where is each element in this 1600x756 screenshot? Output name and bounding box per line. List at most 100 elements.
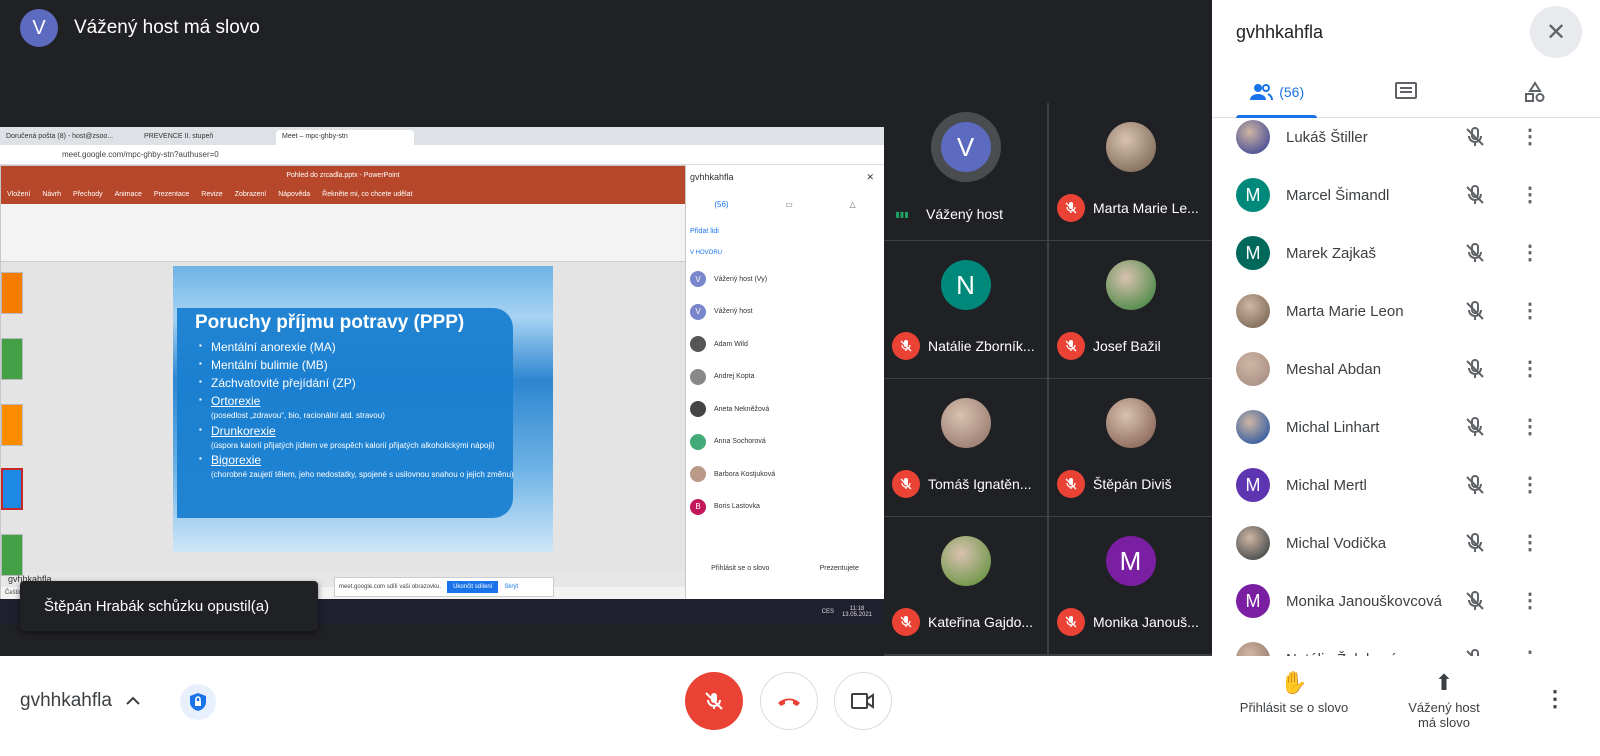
participant-name: Tomáš Ignatěn... bbox=[928, 476, 1032, 492]
leave-call-button[interactable] bbox=[760, 672, 818, 730]
tab-chat[interactable] bbox=[1341, 66, 1470, 117]
more-vert-icon[interactable]: ⋮ bbox=[1520, 533, 1540, 553]
mic-off-icon[interactable] bbox=[1464, 242, 1486, 264]
slide-thumbnail bbox=[1, 404, 23, 446]
participant-row[interactable]: Natálie Žaloková⋮ bbox=[1212, 630, 1600, 656]
avatar bbox=[1236, 352, 1270, 386]
chat-icon: ▭ bbox=[785, 199, 793, 209]
taskbar-clock: 11:18 13.05.2021 bbox=[842, 606, 872, 618]
participant-tile[interactable]: Josef Bažil bbox=[1049, 241, 1212, 378]
avatar bbox=[690, 466, 706, 483]
ppt-menu-item: Prezentace bbox=[153, 190, 190, 198]
participant-name-row: Štěpán Diviš bbox=[1057, 470, 1207, 498]
mic-off-icon bbox=[705, 692, 723, 710]
slide-subitem: (posedlost „zdravou“, bio, racionální at… bbox=[211, 411, 385, 420]
panel-tabs: (56) bbox=[1212, 66, 1600, 118]
participant-name: Michal Mertl bbox=[1286, 476, 1367, 494]
ppt-menu-item: Návrh bbox=[42, 190, 62, 198]
slide-item: Mentální bulimie (MB) bbox=[199, 356, 514, 374]
present-label-line1: Vážený host bbox=[1408, 700, 1480, 715]
participant-tile[interactable]: N Natálie Zborník... bbox=[884, 241, 1047, 378]
avatar: N bbox=[940, 260, 991, 310]
participant-tile[interactable]: Kateřina Gajdo... bbox=[884, 517, 1047, 654]
close-panel-button[interactable]: ✕ bbox=[1530, 6, 1582, 58]
host-controls-button[interactable] bbox=[180, 684, 216, 720]
mic-off-icon[interactable] bbox=[1464, 648, 1486, 656]
close-icon: ✕ bbox=[1545, 18, 1567, 46]
participant-row[interactable]: Michal Vodička ⋮ bbox=[1212, 514, 1600, 572]
avatar bbox=[1105, 398, 1156, 448]
speaking-indicator-icon: ▮▮▮ bbox=[895, 209, 909, 219]
avatar bbox=[690, 401, 706, 418]
participant-tile[interactable]: M Monika Janouš... bbox=[1049, 517, 1212, 654]
meeting-details[interactable]: gvhhkahfla bbox=[20, 690, 140, 712]
more-vert-icon[interactable]: ⋮ bbox=[1520, 475, 1540, 495]
slide-thumbnail bbox=[1, 338, 23, 380]
mic-off-icon[interactable] bbox=[1464, 532, 1486, 554]
participant-name-row: Josef Bažil bbox=[1057, 332, 1207, 360]
participant-name: Kateřina Gajdo... bbox=[928, 614, 1034, 630]
slide-subitem: (úspora kalorií přijatých jídlem ve pros… bbox=[211, 440, 495, 450]
avatar-letter: V bbox=[940, 122, 991, 172]
slide-item: Ortorexie bbox=[199, 392, 514, 410]
browser-tab-strip: Doručená pošta (8) - host@zsoo... PREVEN… bbox=[0, 127, 884, 145]
inner-meet-panel: gvhhkahfla ✕ (56) ▭ △ Přidat lidi V HOVO… bbox=[686, 165, 884, 599]
more-vert-icon[interactable]: ⋮ bbox=[1520, 127, 1540, 147]
mic-off-icon[interactable] bbox=[1464, 184, 1486, 206]
mic-off-icon[interactable] bbox=[1464, 358, 1486, 380]
more-vert-icon[interactable]: ⋮ bbox=[1520, 591, 1540, 611]
mic-off-icon[interactable] bbox=[1464, 300, 1486, 322]
more-vert-icon[interactable]: ⋮ bbox=[1520, 185, 1540, 205]
more-vert-icon[interactable]: ⋮ bbox=[1520, 359, 1540, 379]
avatar bbox=[1236, 294, 1270, 328]
participant-row[interactable]: M Michal Mertl ⋮ bbox=[1212, 456, 1600, 514]
mic-off-icon[interactable] bbox=[1464, 474, 1486, 496]
tab-people[interactable]: (56) bbox=[1212, 66, 1341, 118]
participant-row[interactable]: Michal Linhart ⋮ bbox=[1212, 398, 1600, 456]
inner-person-row: Adam Wild bbox=[686, 328, 884, 361]
more-vert-icon: ⋮ bbox=[1544, 686, 1566, 711]
avatar bbox=[690, 336, 706, 353]
participant-row[interactable]: M Marek Zajkaš ⋮ bbox=[1212, 224, 1600, 282]
participant-tile[interactable]: Tomáš Ignatěn... bbox=[884, 379, 1047, 516]
browser-tab: Meet – mpc-ghby-stn bbox=[276, 130, 414, 145]
participant-name-row: Tomáš Ignatěn... bbox=[892, 470, 1042, 498]
bottom-controls: gvhhkahfla ✋ Přihlásit se o slovo ⬆ Váže… bbox=[0, 656, 1600, 756]
slide-thumbnail-active bbox=[1, 468, 23, 510]
mic-off-icon[interactable] bbox=[1464, 590, 1486, 612]
chat-icon bbox=[1394, 81, 1417, 99]
raise-hand-button[interactable]: ✋ Přihlásit se o slovo bbox=[1232, 670, 1356, 715]
avatar: M bbox=[1236, 178, 1270, 212]
microphone-toggle-button[interactable] bbox=[685, 672, 743, 730]
present-now-button[interactable]: ⬆ Vážený host má slovo bbox=[1396, 670, 1492, 730]
mic-off-icon bbox=[1057, 470, 1085, 498]
mic-off-icon[interactable] bbox=[1464, 126, 1486, 148]
slide-item: Drunkorexie bbox=[199, 422, 514, 440]
slide-heading: Poruchy příjmu potravy (PPP) bbox=[195, 312, 465, 333]
participant-name: Monika Janouš... bbox=[1093, 614, 1199, 630]
participant-tile[interactable]: Štěpán Diviš bbox=[1049, 379, 1212, 516]
more-vert-icon[interactable]: ⋮ bbox=[1520, 301, 1540, 321]
inner-panel-title: gvhhkahfla bbox=[690, 172, 734, 182]
more-vert-icon[interactable]: ⋮ bbox=[1520, 243, 1540, 263]
participant-tile[interactable]: Marta Marie Le... bbox=[1049, 103, 1212, 240]
tab-activities[interactable] bbox=[1471, 66, 1600, 117]
participant-tile[interactable]: V ▮▮▮ Vážený host bbox=[884, 103, 1047, 240]
inner-people-count: (56) bbox=[714, 199, 729, 209]
participant-name: Marta Marie Leon bbox=[1286, 302, 1404, 320]
avatar bbox=[1105, 260, 1156, 310]
present-label-line2: má slovo bbox=[1417, 715, 1471, 730]
participant-row[interactable]: M Monika Janouškovcová ⋮ bbox=[1212, 572, 1600, 630]
more-vert-icon[interactable]: ⋮ bbox=[1520, 417, 1540, 437]
participant-row[interactable]: Lukáš Štiller ⋮ bbox=[1212, 118, 1600, 166]
mic-off-icon[interactable] bbox=[1464, 416, 1486, 438]
slide-item: Záchvatovité přejídání (ZP) bbox=[199, 374, 514, 392]
participant-row[interactable]: Marta Marie Leon ⋮ bbox=[1212, 282, 1600, 340]
inner-person-name: Boris Lastovka bbox=[714, 503, 760, 511]
more-options-button[interactable]: ⋮ bbox=[1544, 686, 1566, 712]
camera-toggle-button[interactable] bbox=[834, 672, 892, 730]
participant-row[interactable]: M Marcel Šimandl ⋮ bbox=[1212, 166, 1600, 224]
more-vert-icon[interactable]: ⋮ bbox=[1520, 649, 1540, 656]
participant-name: Marta Marie Le... bbox=[1093, 200, 1199, 216]
participant-row[interactable]: Meshal Abdan ⋮ bbox=[1212, 340, 1600, 398]
